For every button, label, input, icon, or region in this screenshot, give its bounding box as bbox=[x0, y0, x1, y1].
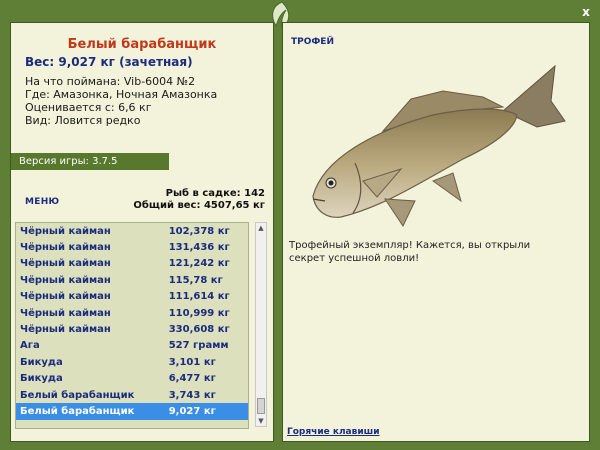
catch-fish-name: Ага bbox=[20, 340, 40, 352]
catch-list-item[interactable]: Бикуда 6,477 кг bbox=[16, 371, 248, 387]
catch-list[interactable]: Чёрный кайман 102,378 кг Чёрный кайман 131,… bbox=[15, 222, 249, 429]
catch-fish-name: Бикуда bbox=[20, 356, 63, 368]
trophy-panel: ТРОФЕЙ Трофейный экземпляр! Кажется, вы … bbox=[282, 22, 590, 442]
catch-fish-weight: 110,999 кг bbox=[168, 307, 230, 319]
catch-list-item[interactable]: Белый барабанщик 9,027 кг bbox=[16, 403, 248, 420]
bait-info: На что поймана: Vib-6004 №2 bbox=[25, 75, 196, 88]
scroll-up-icon[interactable]: ▲ bbox=[256, 223, 266, 233]
fish-count: Рыб в садке: 142 bbox=[165, 188, 265, 199]
catch-fish-weight: 3,743 кг bbox=[168, 389, 216, 401]
catch-list-item[interactable]: Чёрный кайман 115,78 кг bbox=[16, 272, 248, 288]
fish-weight: Вес: 9,027 кг (зачетная) bbox=[25, 55, 193, 69]
menu-button[interactable]: МЕНЮ bbox=[25, 197, 59, 207]
scroll-down-icon[interactable]: ▼ bbox=[256, 416, 266, 426]
catch-fish-name: Бикуда bbox=[20, 373, 63, 385]
value-info: Оценивается с: 6,6 кг bbox=[25, 101, 152, 114]
game-window: x Белый барабанщик Вес: 9,027 кг (зачетн… bbox=[0, 0, 600, 450]
fish-info-panel: Белый барабанщик Вес: 9,027 кг (зачетная… bbox=[10, 22, 274, 442]
catch-fish-name: Чёрный кайман bbox=[20, 258, 111, 270]
version-bar: Версия игры: 3.7.5 bbox=[11, 153, 169, 170]
fish-name: Белый барабанщик bbox=[67, 37, 217, 52]
catch-list-item[interactable]: Чёрный кайман 131,436 кг bbox=[16, 239, 248, 255]
catch-list-item[interactable]: Чёрный кайман 330,608 кг bbox=[16, 321, 248, 337]
catch-list-item[interactable]: Бикуда 3,101 кг bbox=[16, 354, 248, 370]
fish-image bbox=[312, 64, 566, 228]
catch-fish-weight: 102,378 кг bbox=[168, 225, 230, 237]
catch-fish-name: Чёрный кайман bbox=[20, 225, 111, 237]
catch-list-item[interactable]: Чёрный кайман 111,614 кг bbox=[16, 289, 248, 305]
catch-fish-name: Чёрный кайман bbox=[20, 291, 111, 303]
close-icon[interactable]: x bbox=[580, 6, 592, 18]
catch-list-item[interactable]: Чёрный кайман 102,378 кг bbox=[16, 223, 248, 239]
catch-fish-weight: 131,436 кг bbox=[168, 242, 230, 254]
catch-fish-name: Чёрный кайман bbox=[20, 274, 111, 286]
catch-fish-weight: 9,027 кг bbox=[168, 405, 216, 417]
catch-list-scrollbar[interactable]: ▲ ▼ bbox=[255, 222, 267, 427]
catch-list-item[interactable]: Чёрный кайман 110,999 кг bbox=[16, 305, 248, 321]
location-info: Где: Амазонка, Ночная Амазонка bbox=[25, 88, 218, 101]
catch-fish-name: Чёрный кайман bbox=[20, 242, 111, 254]
total-weight: Общий вес: 4507,65 кг bbox=[133, 200, 265, 211]
catch-list-item[interactable]: Чёрный кайман 121,242 кг bbox=[16, 256, 248, 272]
keepnet-stats: Рыб в садке: 142 Общий вес: 4507,65 кг bbox=[133, 188, 265, 212]
kind-info: Вид: Ловится редко bbox=[25, 114, 141, 127]
scroll-thumb[interactable] bbox=[257, 398, 265, 414]
catch-list-item[interactable]: Ага 527 грамм bbox=[16, 338, 248, 354]
catch-fish-weight: 121,242 кг bbox=[168, 258, 230, 270]
catch-fish-name: Белый барабанщик bbox=[20, 389, 135, 401]
catch-list-item[interactable]: Белый барабанщик 3,743 кг bbox=[16, 387, 248, 403]
trophy-message: Трофейный экземпляр! Кажется, вы открыли… bbox=[289, 240, 531, 264]
catch-fish-weight: 111,614 кг bbox=[168, 291, 230, 303]
catch-fish-weight: 3,101 кг bbox=[168, 356, 216, 368]
hotkeys-link[interactable]: Горячие клавиши bbox=[287, 427, 380, 437]
catch-fish-weight: 115,78 кг bbox=[168, 274, 223, 286]
catch-fish-weight: 330,608 кг bbox=[168, 324, 230, 336]
catch-fish-name: Белый барабанщик bbox=[20, 405, 135, 417]
catch-fish-name: Чёрный кайман bbox=[20, 307, 111, 319]
catch-fish-weight: 527 грамм bbox=[168, 340, 229, 352]
catch-fish-name: Чёрный кайман bbox=[20, 324, 111, 336]
catch-fish-weight: 6,477 кг bbox=[168, 373, 216, 385]
